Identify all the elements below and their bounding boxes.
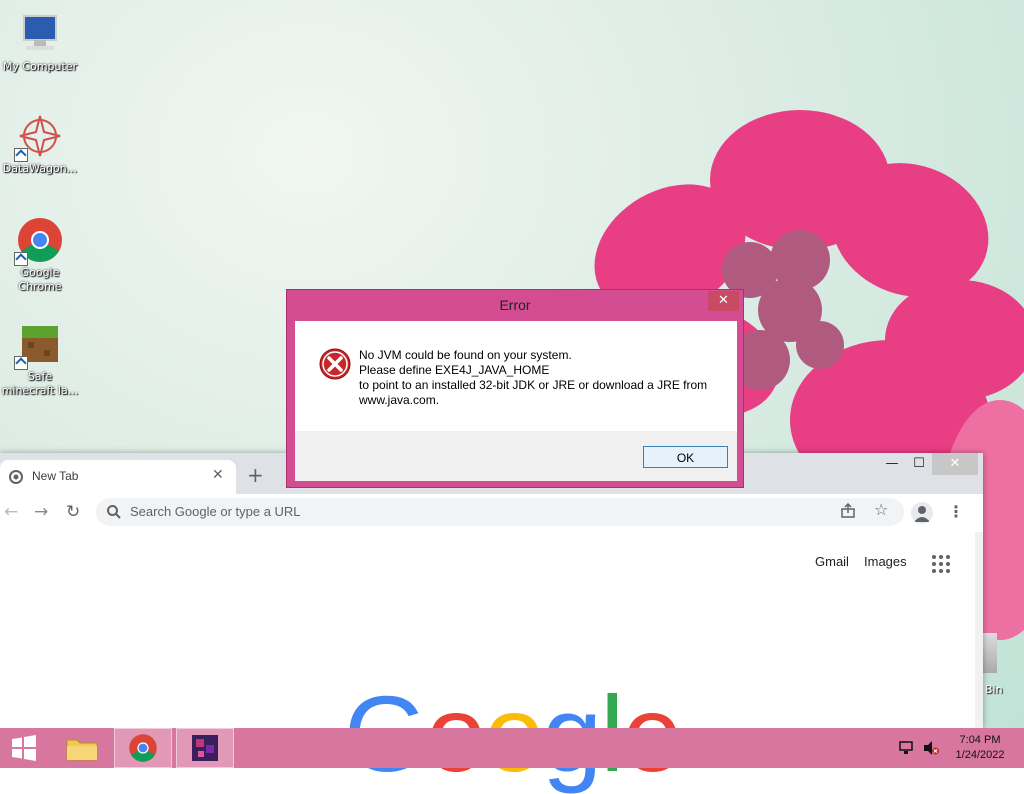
recycle-bin-label: Bin — [985, 683, 1003, 696]
shortcut-arrow-icon — [14, 252, 28, 266]
message-line: to point to an installed 32-bit JDK or J… — [359, 378, 708, 392]
tab-title: New Tab — [32, 469, 79, 483]
back-icon[interactable]: ← — [4, 502, 18, 522]
menu-kebab-icon[interactable]: ⋮ — [948, 502, 964, 521]
system-clock[interactable]: 7:04 PM 1/24/2022 — [950, 733, 1010, 763]
ok-button[interactable]: OK — [643, 446, 728, 468]
launcher-icon — [192, 735, 218, 761]
desktop-icon-datawagon[interactable]: DataWagon... — [0, 112, 80, 176]
message-line: No JVM could be found on your system. — [359, 348, 572, 362]
forward-icon[interactable]: → — [34, 502, 48, 522]
dialog-body: No JVM could be found on your system. Pl… — [295, 321, 737, 481]
vertical-scrollbar[interactable] — [975, 532, 983, 729]
google-apps-icon[interactable] — [932, 555, 952, 575]
profile-avatar[interactable] — [911, 502, 933, 524]
reload-icon[interactable]: ↻ — [66, 502, 80, 522]
dialog-message: No JVM could be found on your system. Pl… — [359, 348, 707, 408]
new-tab-page: Gmail Images Google — [0, 532, 975, 788]
volume-muted-icon[interactable] — [922, 740, 940, 756]
desktop-icon-label: Safe minecraft la... — [1, 370, 79, 397]
share-icon[interactable] — [840, 503, 856, 519]
images-link[interactable]: Images — [864, 554, 907, 569]
desktop-icon-label: Google Chrome — [18, 266, 62, 293]
maximize-button[interactable]: ☐ — [904, 453, 934, 475]
taskbar-minecraft-launcher[interactable] — [176, 728, 234, 768]
network-icon[interactable] — [898, 740, 914, 756]
taskbar-chrome[interactable] — [114, 728, 172, 768]
profile-icon — [914, 506, 930, 522]
error-icon — [319, 348, 351, 380]
folder-icon — [66, 739, 98, 761]
shortcut-arrow-icon — [14, 356, 28, 370]
chrome-window: New Tab ✕ + — ☐ ✕ ← → ↻ Search Google or… — [0, 453, 983, 788]
minecraft-icon — [14, 320, 64, 370]
recycle-bin-icon[interactable] — [983, 633, 997, 673]
bookmark-star-icon[interactable]: ☆ — [874, 500, 888, 519]
dialog-footer: OK — [295, 431, 737, 481]
datawagon-icon — [14, 112, 64, 162]
desktop-icon-minecraft[interactable]: Safe minecraft la... — [0, 320, 80, 398]
dialog-close-button[interactable]: ✕ — [708, 291, 739, 311]
error-dialog: Error ✕ No JVM could be found on your sy… — [286, 289, 744, 488]
message-line: www.java.com. — [359, 393, 440, 407]
desktop-icon-label: My Computer — [2, 60, 78, 73]
close-window-button[interactable]: ✕ — [932, 453, 978, 475]
windows-logo-icon — [12, 735, 36, 761]
taskbar-file-explorer[interactable] — [56, 728, 108, 768]
omnibox[interactable]: Search Google or type a URL ☆ — [96, 498, 904, 526]
desktop-icon-my-computer[interactable]: My Computer — [0, 10, 80, 74]
chrome-favicon-icon — [9, 470, 23, 484]
tab-new-tab[interactable]: New Tab ✕ — [0, 460, 236, 494]
clock-date: 1/24/2022 — [955, 749, 1005, 761]
search-icon — [107, 505, 121, 519]
omnibox-placeholder: Search Google or type a URL — [130, 504, 301, 519]
chrome-icon — [14, 216, 64, 266]
new-tab-button[interactable]: + — [247, 463, 264, 487]
minimize-button[interactable]: — — [877, 453, 907, 475]
browser-toolbar: ← → ↻ Search Google or type a URL ☆ ⋮ — [0, 494, 983, 533]
desktop-icon-chrome[interactable]: Google Chrome — [0, 216, 80, 294]
shortcut-arrow-icon — [14, 148, 28, 162]
clock-time: 7:04 PM — [959, 734, 1001, 746]
computer-icon — [16, 10, 64, 58]
taskbar: 7:04 PM 1/24/2022 — [0, 728, 1024, 768]
gmail-link[interactable]: Gmail — [815, 554, 849, 569]
message-line: Please define EXE4J_JAVA_HOME — [359, 363, 550, 377]
start-button[interactable] — [6, 728, 42, 768]
close-tab-icon[interactable]: ✕ — [212, 467, 224, 483]
dialog-title: Error — [499, 297, 531, 313]
chrome-icon — [129, 734, 157, 762]
desktop-icon-label: DataWagon... — [2, 162, 78, 175]
